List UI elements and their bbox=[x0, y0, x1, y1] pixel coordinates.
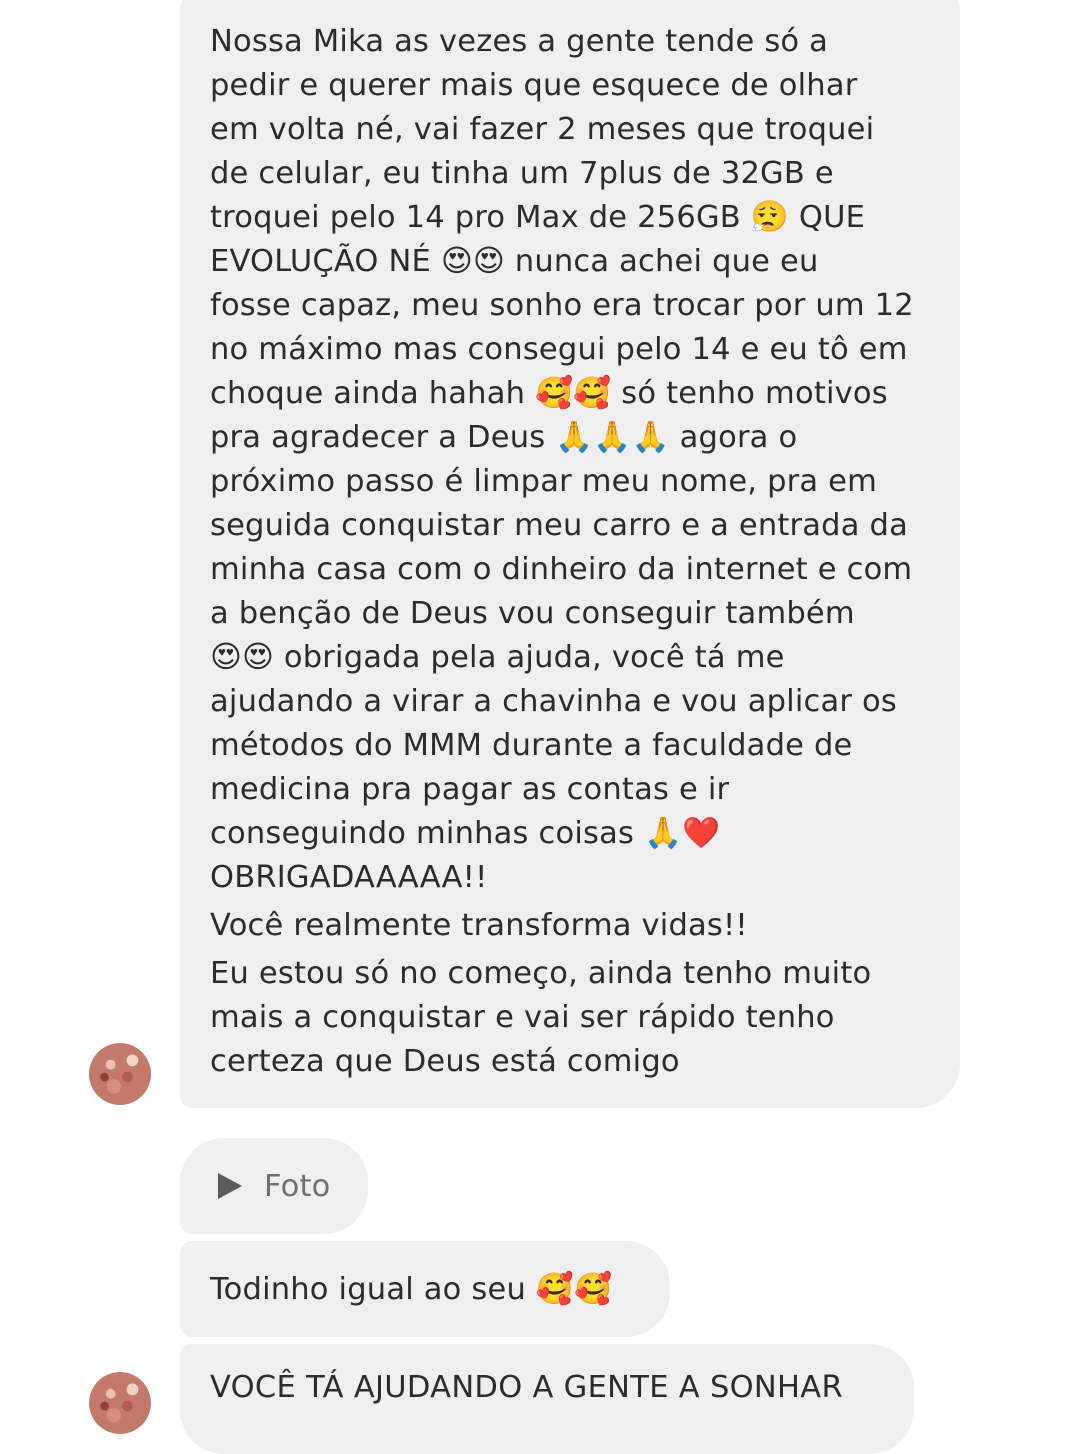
message-text: VOCÊ TÁ AJUDANDO A GENTE A SONHAR bbox=[210, 1370, 843, 1405]
chat-thread: Nossa Mika as vezes a gente tende só a p… bbox=[0, 0, 1080, 1454]
photo-attachment-bubble[interactable]: Foto bbox=[180, 1138, 368, 1234]
attachment-label: Foto bbox=[264, 1168, 331, 1204]
sender-avatar[interactable] bbox=[89, 1043, 151, 1105]
message-paragraph-3: Eu estou só no começo, ainda tenho muito… bbox=[210, 956, 872, 1079]
message-bubble-sonhar[interactable]: VOCÊ TÁ AJUDANDO A GENTE A SONHAR bbox=[180, 1344, 914, 1454]
message-bubble-todinho[interactable]: Todinho igual ao seu 🥰🥰 bbox=[180, 1241, 670, 1337]
sender-avatar[interactable] bbox=[89, 1372, 151, 1434]
message-text: Todinho igual ao seu 🥰🥰 bbox=[210, 1271, 613, 1307]
message-bubble-long[interactable]: Nossa Mika as vezes a gente tende só a p… bbox=[180, 0, 960, 1108]
message-paragraph-2: Você realmente transforma vidas!! bbox=[210, 908, 748, 943]
message-paragraph-1: Nossa Mika as vezes a gente tende só a p… bbox=[210, 24, 914, 895]
play-icon bbox=[218, 1173, 242, 1199]
